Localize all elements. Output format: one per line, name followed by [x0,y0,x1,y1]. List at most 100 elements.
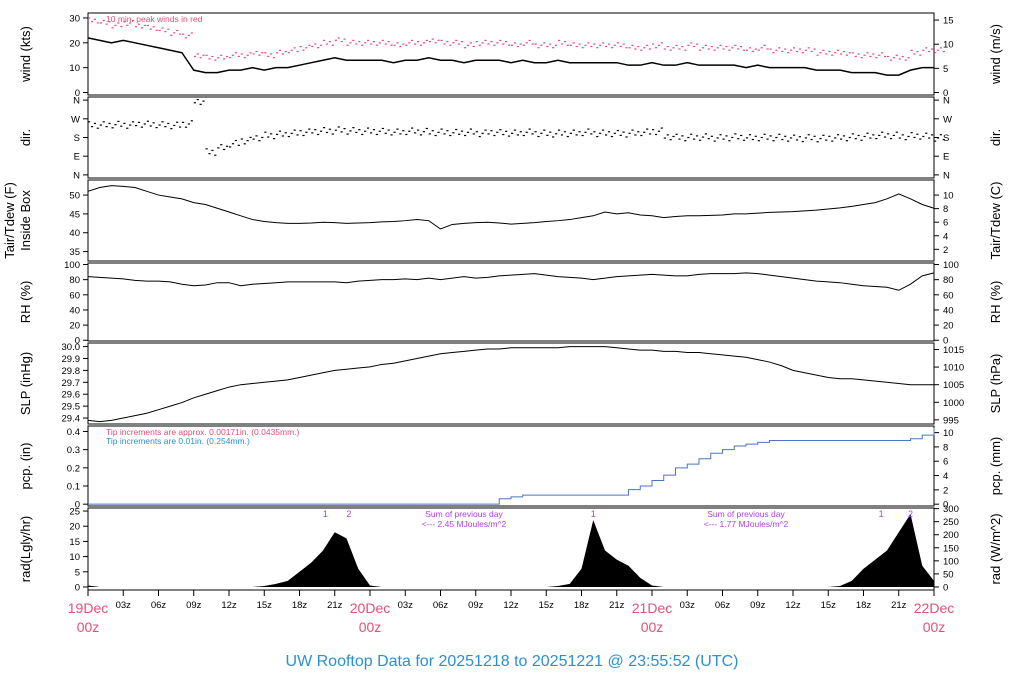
x-tick-label: 18z [574,600,590,611]
y-right-tick-label: 8 [943,442,948,453]
daily-sum-line2: <--- 1.77 MJoules/m^2 [704,519,789,529]
y-tick-label: S [74,133,80,144]
y-right-tick-label: E [943,152,949,163]
y-tick-label: 15 [69,537,80,548]
y-right-tick-label: 10 [943,428,954,439]
y-tick-label: 20 [69,522,80,533]
x-date-label: 22Dec [914,600,954,616]
panel-pcp: 00.10.20.30.40246810pcp. (in) pcp. (mm)Ti… [18,425,1003,511]
panel-frame [87,342,935,425]
x-tick-label: 06z [715,600,731,611]
panel-wind: 0102030051015wind (kts) wind (m/s)10 min.… [18,12,1003,99]
y-right-tick-label: 1000 [943,398,964,409]
y-right-tick-label: 10 [943,191,954,202]
panel-frame [87,507,935,591]
wind-line [87,37,934,76]
y-right-tick-label: 5 [943,64,948,75]
x-tick-label: 06z [151,600,167,611]
daily-sum-line2: <--- 2.45 MJoules/m^2 [422,519,507,529]
y-axis-right-label: dir. [988,129,1003,146]
y-tick-label: 0.1 [67,482,80,493]
y-axis-label: dir. [18,129,33,146]
x-tick-label: 15z [257,600,273,611]
y-right-tick-label: W [943,114,952,125]
y-tick-label: 29.7 [62,378,81,389]
y-tick-label: 20 [69,321,80,332]
y-axis-label: RH (%) [18,281,33,324]
x-axis: 19Dec 00z 03z 06z 09z 12z 15z 18z 21z 20Dec 00z 03z… [68,590,954,635]
y-right-tick-label: 250 [943,517,959,528]
y-tick-label: 35 [69,247,80,258]
x-tick-label: 12z [503,600,519,611]
x-tick-label: 09z [468,600,484,611]
y-tick-label: N [73,96,80,107]
y-right-tick-label: N [943,170,950,181]
y-right-tick-label: 20 [943,321,954,332]
y-right-tick-label: 150 [943,543,959,554]
x-date-label: 19Dec [68,600,108,616]
peak-annotation: 1 [323,509,328,519]
x-tick-label: 12z [785,600,801,611]
y-right-tick-label: 4 [943,471,948,482]
y-tick-label: 20 [69,38,80,49]
x-tick-label: 18z [856,600,872,611]
y-axis-label: SLP (inHg) [18,352,33,415]
y-right-tick-label: 80 [943,275,954,286]
y-axis-right-label: SLP (hPa) [988,354,1003,414]
y-right-tick-label: 1010 [943,363,964,374]
x-date-label: 20Dec [350,600,390,616]
x-tick-label: 06z [433,600,449,611]
y-axis-label: Tair/Tdew (F) [2,182,17,259]
x-tick-label: 21z [327,600,343,611]
panel-frame [87,96,935,179]
y-tick-label: 40 [69,305,80,316]
x-tick-label: 18z [292,600,308,611]
weather-chart: 0102030051015wind (kts) wind (m/s)10 min.… [2,12,1003,670]
rh-line [87,272,935,291]
y-right-tick-label: 1015 [943,345,964,356]
panel-tair: 35 40 45 50 2 4 6 8 10 Tair/Tdew (F) Inside Box Tai… [2,179,1003,262]
daily-sum-line1: Sum of previous day [707,509,785,519]
y-right-tick-label: 2 [943,485,948,496]
y-right-tick-label: 4 [943,231,948,242]
y-axis-right-label: Tair/Tdew (C) [988,181,1003,259]
x-tick-label: 21z [609,600,625,611]
y-axis-label: rad(Lgly/hr) [18,516,33,582]
peak-annotation: 1 [879,509,884,519]
y-axis-label: wind (kts) [18,26,33,83]
y-tick-label: N [73,170,80,181]
y-tick-label: W [71,114,80,125]
x-tick-label: 09z [750,600,766,611]
y-right-tick-label: 0 [943,582,948,593]
panel-slp: 29.429.529.629.729.829.930.0 995 1000 1005 1… [18,342,1003,426]
peak-annotation: 2 [908,509,913,519]
y-tick-label: 29.8 [62,366,81,377]
y-tick-label: 29.6 [62,390,81,401]
y-axis-right-label: RH (%) [988,281,1003,324]
y-right-tick-label: 10 [943,40,954,51]
y-right-tick-label: 100 [943,556,959,567]
y-tick-label: 50 [69,191,80,202]
panel-dir: NESWNNESWNdir. dir. [18,96,1003,182]
y-tick-label: 29.9 [62,354,81,365]
y-tick-label: 40 [69,228,80,239]
y-tick-label: 0.4 [67,427,80,438]
y-tick-label: 0.2 [67,463,80,474]
y-axis-label-2: Inside Box [18,190,33,251]
y-tick-label: 80 [69,275,80,286]
y-tick-label: 45 [69,209,80,220]
y-tick-label: 100 [64,260,80,271]
panel-note: Tip increments are 0.01in. (0.254mm.) [106,436,250,446]
y-tick-label: 29.5 [62,402,81,413]
x-tick-label: 09z [186,600,202,611]
x-date-label: 21Dec [632,600,672,616]
y-right-tick-label: 6 [943,457,948,468]
panel-annotation: 10 min. peak winds in red [106,14,203,24]
y-tick-label: 60 [69,290,80,301]
y-right-tick-label: 995 [943,415,959,426]
x-tick-label: 03z [398,600,414,611]
y-axis-right-label: rad (W/m^2) [988,513,1003,584]
panels: 0102030051015wind (kts) wind (m/s)10 min.… [2,12,1003,593]
rad-area [88,514,934,587]
x-tick-label: 21z [891,600,907,611]
